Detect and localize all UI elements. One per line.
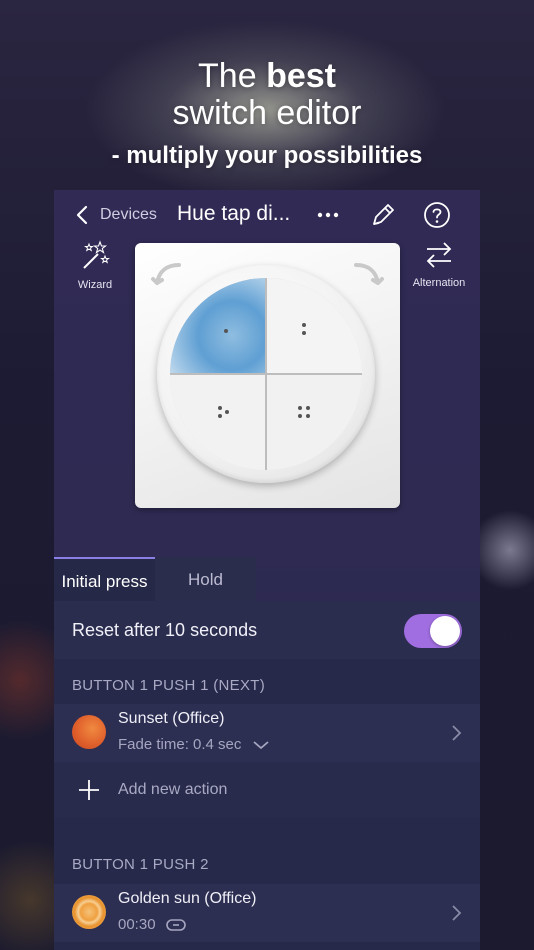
tab-initial-press[interactable]: Initial press xyxy=(54,557,155,601)
section-header: BUTTON 1 PUSH 2 xyxy=(72,856,209,873)
fade-time-label: Fade time: 0.4 sec xyxy=(118,736,242,753)
button-3-dot-icon xyxy=(225,410,229,414)
reset-toggle[interactable] xyxy=(404,614,462,648)
plus-icon xyxy=(79,780,99,800)
button-3-dot-icon xyxy=(218,414,222,418)
pencil-icon[interactable] xyxy=(369,201,397,229)
tap-switch-image xyxy=(135,243,400,508)
headline-bold: best xyxy=(266,57,336,95)
app-screen: Devices Hue tap di... Wizard Alternation… xyxy=(54,190,480,950)
tab-label: Hold xyxy=(188,570,223,589)
help-icon[interactable] xyxy=(423,201,451,229)
action-name: Sunset (Office) xyxy=(118,710,225,727)
toggle-knob xyxy=(430,616,460,646)
button-1-dot-icon xyxy=(224,329,228,333)
alternation-button[interactable]: Alternation xyxy=(406,240,472,289)
wizard-button[interactable]: Wizard xyxy=(72,240,118,291)
chevron-right-icon xyxy=(452,905,462,921)
switch-button-3[interactable] xyxy=(170,374,266,470)
divider xyxy=(170,373,362,375)
action-row-sunset[interactable]: Sunset (Office) Fade time: 0.4 sec xyxy=(54,704,480,762)
button-2-dot-icon xyxy=(302,331,306,335)
section-header: BUTTON 1 PUSH 1 (NEXT) xyxy=(72,677,266,694)
link-icon xyxy=(165,919,186,931)
reset-label: Reset after 10 seconds xyxy=(72,620,258,640)
fade-time-selector[interactable]: Fade time: 0.4 sec xyxy=(118,736,270,753)
navigation-bar: Devices Hue tap di... xyxy=(54,190,480,240)
back-button-label[interactable]: Devices xyxy=(100,206,157,224)
promo-headline: The best switch editor - multiply your p… xyxy=(0,58,534,170)
headline-tagline: - multiply your possibilities xyxy=(111,142,423,169)
action-row-golden-sun[interactable]: 00:30 Golden sun (Office) xyxy=(54,884,480,942)
button-4-dot-icon xyxy=(306,406,310,410)
magic-wand-icon xyxy=(83,240,110,269)
more-icon[interactable] xyxy=(316,204,340,226)
tab-label: Initial press xyxy=(61,572,148,591)
chevron-right-icon xyxy=(452,725,462,741)
button-4-dot-icon xyxy=(298,406,302,410)
golden-sun-scene-icon xyxy=(72,895,106,929)
wizard-label: Wizard xyxy=(77,279,113,291)
button-3-dot-icon xyxy=(218,406,222,410)
delay-info: 00:30 xyxy=(118,916,186,933)
switch-button-2[interactable] xyxy=(266,278,362,374)
button-4-dot-icon xyxy=(298,414,302,418)
action-name: Golden sun (Office) xyxy=(118,890,257,907)
swap-arrows-icon xyxy=(426,242,452,268)
sunset-scene-icon xyxy=(72,715,106,749)
add-action-button[interactable]: Add new action xyxy=(54,762,480,818)
switch-disc xyxy=(170,278,362,470)
add-action-label: Add new action xyxy=(118,781,228,798)
tab-hold[interactable]: Hold xyxy=(155,557,256,601)
tab-bar: Initial press Hold xyxy=(54,557,256,601)
back-chevron-icon[interactable] xyxy=(72,204,94,226)
button-4-dot-icon xyxy=(306,414,310,418)
headline-line-1: The best xyxy=(0,58,534,94)
button-2-dot-icon xyxy=(302,323,306,327)
delay-time-label: 00:30 xyxy=(118,916,156,933)
alternation-label: Alternation xyxy=(412,277,466,289)
switch-button-4[interactable] xyxy=(266,374,362,470)
reset-setting-row: Reset after 10 seconds xyxy=(54,601,480,659)
switch-button-1[interactable] xyxy=(170,278,266,374)
actions-list: Reset after 10 seconds BUTTON 1 PUSH 1 (… xyxy=(54,601,480,950)
chevron-down-icon xyxy=(252,741,269,750)
headline-prefix: The xyxy=(198,57,267,95)
page-title: Hue tap di... xyxy=(177,202,291,225)
switch-ring xyxy=(157,265,375,483)
headline-line-2: switch editor xyxy=(172,94,362,132)
